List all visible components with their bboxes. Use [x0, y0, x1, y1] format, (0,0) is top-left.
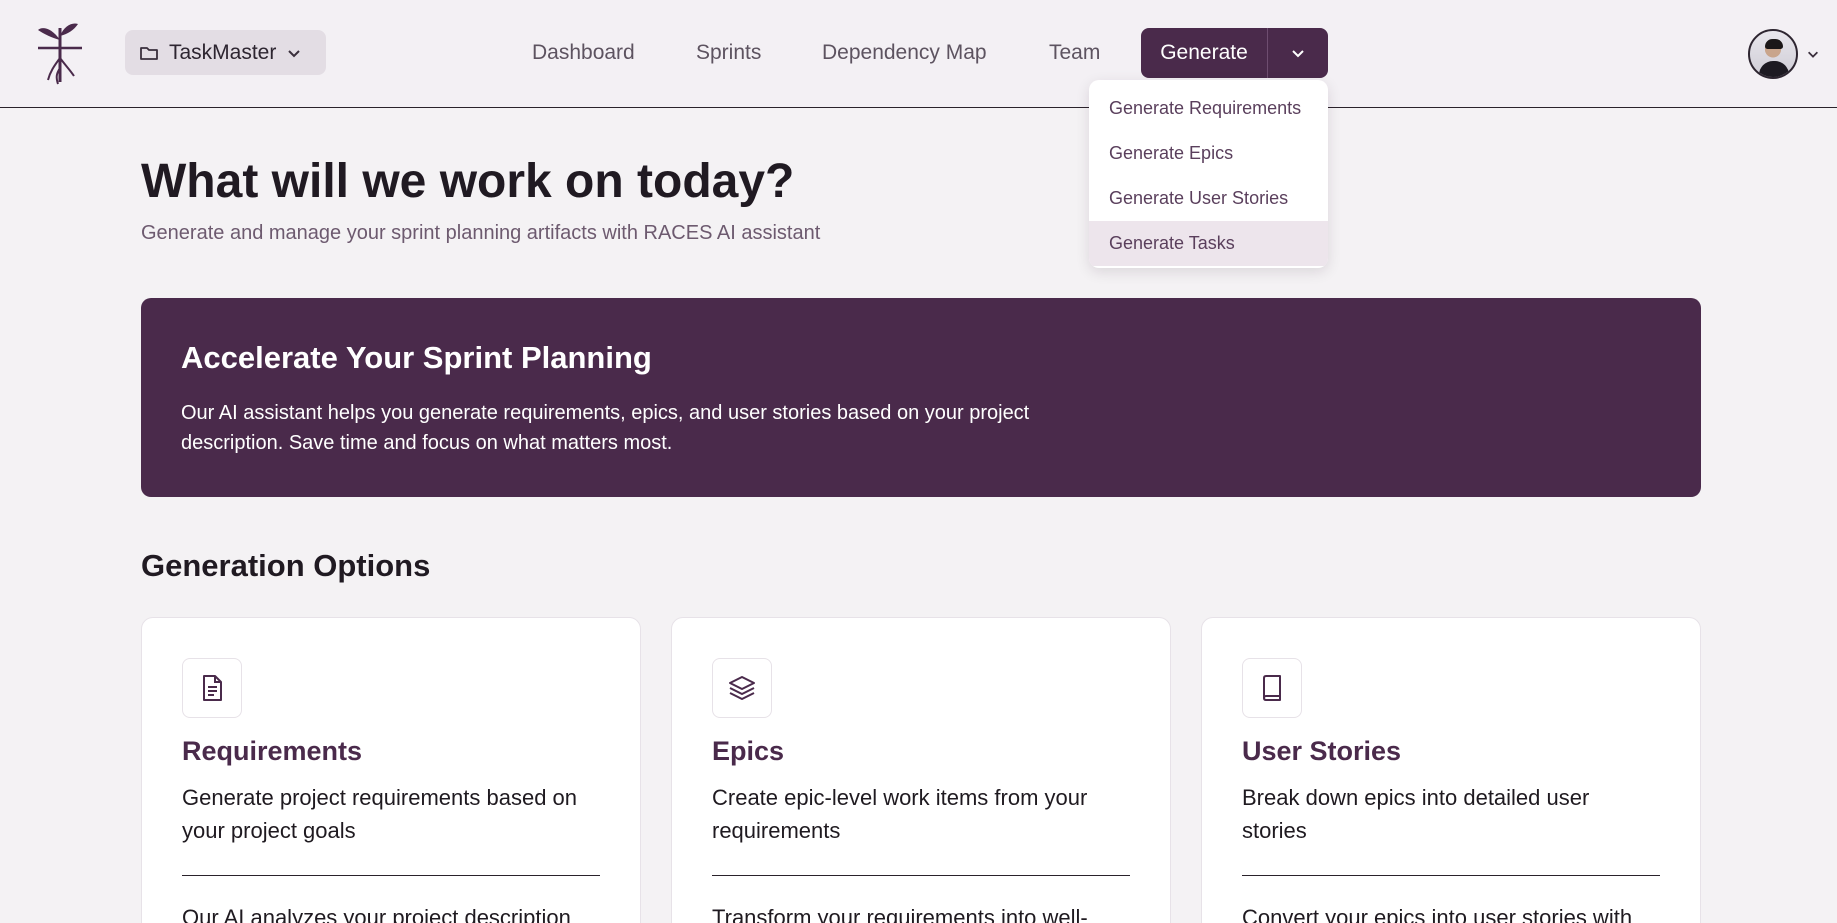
section-title: Generation Options	[141, 548, 431, 583]
generate-dropdown-menu: Generate Requirements Generate Epics Gen…	[1089, 80, 1328, 268]
card-divider	[1242, 875, 1660, 876]
avatar	[1748, 29, 1798, 79]
menu-item-generate-epics[interactable]: Generate Epics	[1089, 131, 1328, 176]
card-description: Create epic-level work items from your r…	[712, 785, 1088, 843]
card-detail: Convert your epics into user stories wit…	[1242, 905, 1633, 923]
page-subtitle: Generate and manage your sprint planning…	[141, 222, 821, 244]
card-title: Epics	[712, 736, 785, 766]
book-icon	[1242, 658, 1302, 718]
promo-banner: Accelerate Your Sprint Planning Our AI a…	[141, 298, 1701, 497]
layers-icon	[712, 658, 772, 718]
main-nav: Dashboard Sprints Dependency Map Team	[0, 30, 1837, 75]
card-detail: Our AI analyzes your project description	[182, 905, 571, 923]
card-title: Requirements	[182, 736, 363, 766]
menu-item-generate-requirements[interactable]: Generate Requirements	[1089, 86, 1328, 131]
banner-text: Our AI assistant helps you generate requ…	[181, 402, 1030, 454]
nav-sprints[interactable]: Sprints	[696, 30, 761, 75]
card-divider	[182, 875, 600, 876]
menu-item-generate-user-stories[interactable]: Generate User Stories	[1089, 176, 1328, 221]
card-description: Break down epics into detailed user stor…	[1242, 785, 1590, 843]
nav-team[interactable]: Team	[1049, 30, 1100, 75]
nav-dashboard[interactable]: Dashboard	[532, 30, 635, 75]
menu-item-generate-tasks[interactable]: Generate Tasks	[1089, 221, 1328, 266]
card-description: Generate project requirements based on y…	[182, 785, 578, 843]
card-divider	[712, 875, 1130, 876]
generate-menu-toggle[interactable]	[1268, 28, 1328, 78]
page-title: What will we work on today?	[141, 155, 795, 208]
generate-button[interactable]: Generate	[1141, 28, 1268, 78]
card-requirements[interactable]: Requirements Generate project requiremen…	[141, 617, 641, 923]
user-menu[interactable]	[1748, 28, 1820, 80]
card-epics[interactable]: Epics Create epic-level work items from …	[671, 617, 1171, 923]
top-navbar: TaskMaster Dashboard Sprints Dependency …	[0, 0, 1837, 108]
card-user-stories[interactable]: User Stories Break down epics into detai…	[1201, 617, 1701, 923]
chevron-down-icon	[1808, 51, 1818, 58]
chevron-down-icon	[1292, 50, 1304, 58]
generate-split-button: Generate	[1141, 28, 1328, 78]
card-detail: Transform your requirements into well-	[712, 905, 1088, 923]
banner-title: Accelerate Your Sprint Planning	[181, 340, 652, 375]
document-icon	[182, 658, 242, 718]
nav-dependency-map[interactable]: Dependency Map	[822, 30, 987, 75]
card-title: User Stories	[1242, 736, 1402, 766]
